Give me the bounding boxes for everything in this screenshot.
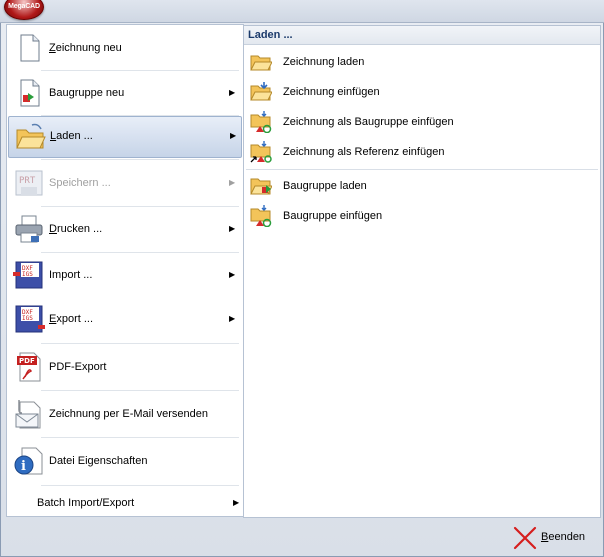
menu-item-label: Laden ... <box>50 130 93 142</box>
menu-item-label: Zeichnung neu <box>49 42 122 54</box>
submenu-item-zeichnung-laden[interactable]: Zeichnung laden <box>244 48 600 76</box>
app-logo-button[interactable]: MegaCAD <box>4 0 44 20</box>
menu-separator <box>41 206 239 207</box>
exit-button[interactable]: Beenden <box>512 526 592 550</box>
new-assembly-icon <box>13 77 45 109</box>
menu-item-email[interactable]: Zeichnung per E-Mail versenden <box>7 392 243 436</box>
submenu-arrow-icon: ▶ <box>229 88 236 97</box>
laden-submenu-pane: Laden ... Zeichnung laden Zeichnung einf… <box>243 25 601 518</box>
app-logo-text: MegaCAD <box>8 3 40 10</box>
save-prt-icon: PRT <box>13 167 45 199</box>
main-menu-pane: Zeichnung neu Baugruppe neu ▶ Laden ... … <box>6 24 244 517</box>
menu-item-zeichnung-neu[interactable]: Zeichnung neu <box>7 27 243 69</box>
title-bar: MegaCAD <box>0 0 604 23</box>
pdf-icon: PDF <box>13 351 45 383</box>
submenu-item-zeichnung-als-referenz-einfuegen[interactable]: Zeichnung als Referenz einfügen <box>244 138 600 166</box>
menu-item-label: PDF-Export <box>49 361 107 373</box>
menu-item-label: Baugruppe neu <box>49 87 125 99</box>
open-folder-icon <box>14 121 46 153</box>
submenu-item-zeichnung-als-baugruppe-einfuegen[interactable]: Zeichnung als Baugruppe einfügen <box>244 108 600 136</box>
insert-reference-icon <box>250 141 272 163</box>
menu-separator <box>41 390 239 391</box>
menu-item-label: Batch Import/Export <box>37 497 135 509</box>
submenu-item-label: Baugruppe einfügen <box>283 210 383 222</box>
open-folder-icon <box>250 51 272 73</box>
properties-icon: i <box>13 445 45 477</box>
submenu-item-label: Zeichnung als Baugruppe einfügen <box>283 116 454 128</box>
menu-separator <box>41 343 239 344</box>
menu-item-label: Datei Eigenschaften <box>49 455 148 467</box>
submenu-arrow-icon: ▶ <box>229 178 236 187</box>
insert-assembly-icon <box>250 205 272 227</box>
svg-text:IGS: IGS <box>22 271 33 278</box>
menu-item-speichern[interactable]: PRT Speichern ... ▶ <box>7 161 243 205</box>
menu-item-label: Drucken ... <box>49 223 103 235</box>
import-dxf-igs-icon: DXF IGS <box>13 259 45 291</box>
menu-separator <box>41 437 239 438</box>
menu-separator <box>41 485 239 486</box>
submenu-item-label: Zeichnung laden <box>283 56 365 68</box>
menu-item-baugruppe-neu[interactable]: Baugruppe neu ▶ <box>7 72 243 114</box>
menu-item-pdf-export[interactable]: PDF PDF-Export <box>7 345 243 389</box>
svg-text:PDF: PDF <box>19 357 35 365</box>
submenu-arrow-icon: ▶ <box>233 498 240 507</box>
red-x-icon <box>512 526 538 550</box>
menu-separator <box>41 159 239 160</box>
submenu-item-baugruppe-einfuegen[interactable]: Baugruppe einfügen <box>244 202 600 230</box>
exit-label: Beenden <box>541 531 586 543</box>
menu-item-import[interactable]: DXF IGS Import ... ▶ <box>7 254 243 296</box>
submenu-item-label: Baugruppe laden <box>283 180 367 192</box>
submenu-separator <box>246 169 598 170</box>
menu-item-label: Speichern ... <box>49 177 111 189</box>
submenu-item-baugruppe-laden[interactable]: Baugruppe laden <box>244 172 600 200</box>
submenu-arrow-icon: ▶ <box>230 131 237 140</box>
menu-item-laden[interactable]: Laden ... ▶ <box>8 116 242 158</box>
menu-item-label: Export ... <box>49 313 94 325</box>
submenu-arrow-icon: ▶ <box>229 270 236 279</box>
svg-text:i: i <box>21 459 26 474</box>
menu-item-batch-import-export[interactable]: Batch Import/Export ▶ <box>7 487 243 515</box>
menu-separator <box>41 252 239 253</box>
menu-item-label: Zeichnung per E-Mail versenden <box>49 408 208 420</box>
submenu-header: Laden ... <box>244 26 600 45</box>
submenu-arrow-icon: ▶ <box>229 314 236 323</box>
new-document-icon <box>13 32 45 64</box>
svg-text:IGS: IGS <box>22 315 33 322</box>
submenu-arrow-icon: ▶ <box>229 224 236 233</box>
menu-item-label: Import ... <box>49 269 93 281</box>
menu-item-drucken[interactable]: Drucken ... ▶ <box>7 208 243 250</box>
menu-separator <box>41 70 239 71</box>
insert-assembly-icon <box>250 111 272 133</box>
menu-item-export[interactable]: DXF IGS Export ... ▶ <box>7 298 243 340</box>
submenu-item-label: Zeichnung als Referenz einfügen <box>283 146 445 158</box>
insert-folder-icon <box>250 81 272 103</box>
export-dxf-igs-icon: DXF IGS <box>13 303 45 335</box>
printer-icon <box>13 213 45 245</box>
submenu-item-label: Zeichnung einfügen <box>283 86 380 98</box>
load-assembly-icon <box>250 175 272 197</box>
email-icon <box>13 398 45 430</box>
menu-item-datei-eigenschaften[interactable]: i Datei Eigenschaften <box>7 439 243 483</box>
submenu-item-zeichnung-einfuegen[interactable]: Zeichnung einfügen <box>244 78 600 106</box>
svg-text:PRT: PRT <box>19 176 36 186</box>
submenu-title: Laden ... <box>248 29 293 41</box>
